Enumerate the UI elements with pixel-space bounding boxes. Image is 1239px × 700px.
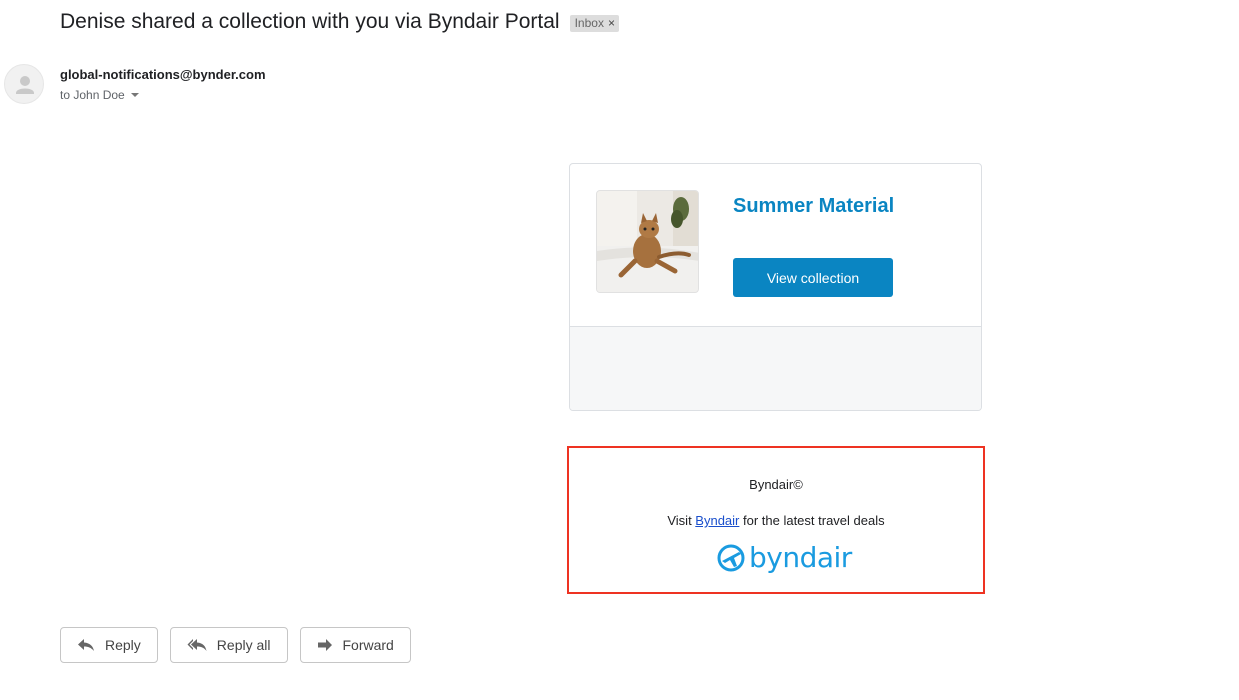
cat-photo-image <box>597 191 698 292</box>
reply-button[interactable]: Reply <box>60 627 158 663</box>
view-collection-button[interactable]: View collection <box>733 258 893 297</box>
visit-suffix: for the latest travel deals <box>739 513 885 528</box>
reply-all-button[interactable]: Reply all <box>169 627 288 663</box>
collection-card-footer <box>570 327 981 410</box>
forward-button[interactable]: Forward <box>299 627 411 663</box>
forward-label: Forward <box>342 637 394 653</box>
email-subject: Denise shared a collection with you via … <box>60 10 560 33</box>
collection-card-body: Summer Material View collection <box>570 164 981 327</box>
person-icon <box>16 76 34 94</box>
collection-card: Summer Material View collection <box>569 163 982 411</box>
inbox-label-chip[interactable]: Inbox × <box>569 14 619 32</box>
byndair-logo[interactable]: byndair <box>717 541 852 574</box>
reply-arrow-icon <box>78 639 94 651</box>
recipient-details-dropdown-icon[interactable] <box>130 93 139 97</box>
inbox-label-text: Inbox <box>574 15 604 30</box>
footer-copyright: Byndair© <box>749 477 803 492</box>
visit-prefix: Visit <box>667 513 696 528</box>
footer-visit-line: Visit Byndair for the latest travel deal… <box>569 513 983 528</box>
byndair-link[interactable]: Byndair <box>695 513 739 528</box>
sender-avatar <box>4 64 44 104</box>
reply-label: Reply <box>105 637 141 653</box>
recipient-line: to John Doe <box>60 88 139 102</box>
sender-address: global-notifications@bynder.com <box>60 67 266 82</box>
email-header: Denise shared a collection with you via … <box>60 10 619 34</box>
plane-circle-icon <box>717 544 745 571</box>
collection-title[interactable]: Summer Material <box>733 195 894 218</box>
byndair-logo-text: byndair <box>749 541 852 574</box>
remove-label-icon[interactable]: × <box>608 16 615 30</box>
reply-all-arrow-icon <box>187 639 207 651</box>
reply-all-label: Reply all <box>216 637 271 653</box>
collection-thumbnail[interactable] <box>596 190 699 293</box>
forward-arrow-icon <box>317 639 332 651</box>
email-footer-highlight: Byndair© Visit Byndair for the latest tr… <box>567 446 985 594</box>
recipient-text: to John Doe <box>60 88 125 102</box>
email-actions: Reply Reply all Forward <box>60 627 423 663</box>
